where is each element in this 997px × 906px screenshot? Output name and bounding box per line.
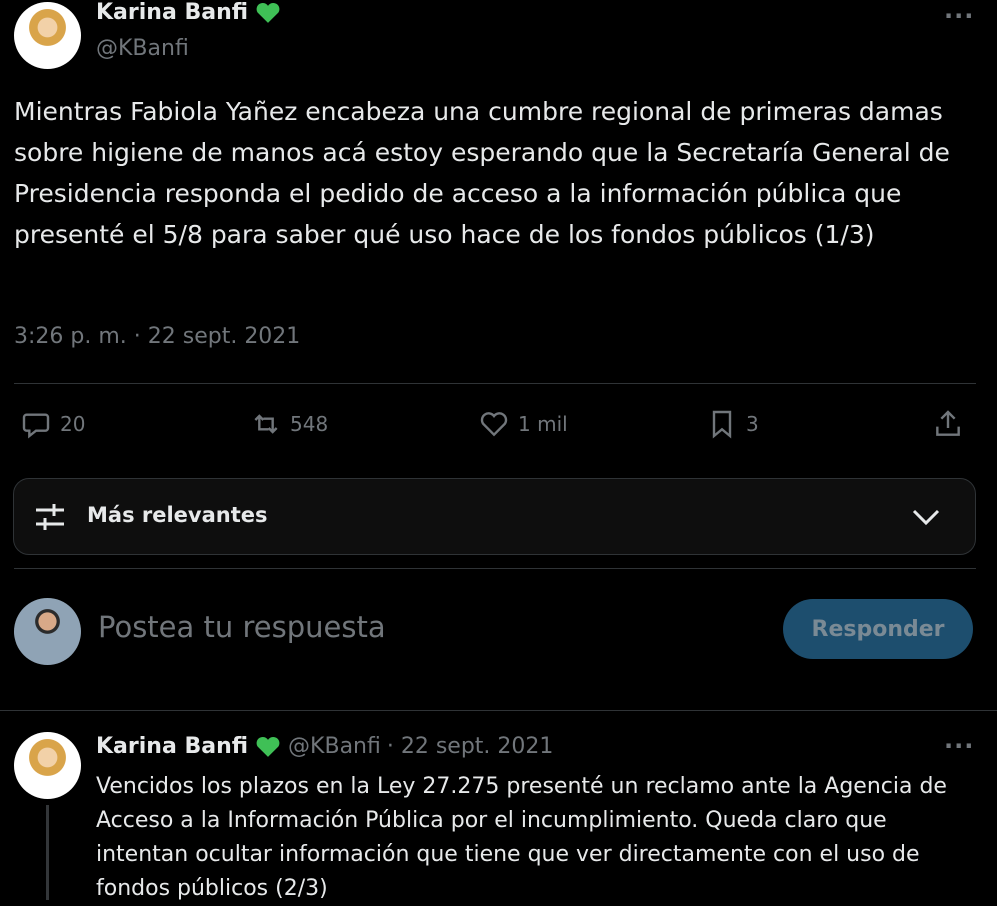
divider <box>14 568 976 569</box>
divider <box>0 710 997 711</box>
repost-count: 548 <box>290 412 329 436</box>
reply-date[interactable]: · 22 sept. 2021 <box>387 734 554 759</box>
reply-action[interactable]: 20 <box>20 408 85 440</box>
chevron-down-icon <box>912 509 940 526</box>
author-name[interactable]: Karina Banfi <box>96 0 248 25</box>
repost-action[interactable]: 548 <box>250 408 328 440</box>
like-action[interactable]: 1 mil <box>478 408 568 440</box>
divider <box>14 383 976 384</box>
user-avatar[interactable] <box>14 598 81 665</box>
reply-icon <box>22 413 50 439</box>
reply-input[interactable]: Postea tu respuesta <box>98 610 386 644</box>
reply-button[interactable]: Responder <box>783 599 973 659</box>
author-handle[interactable]: @KBanfi <box>96 36 189 61</box>
author-avatar[interactable] <box>14 2 81 69</box>
share-action[interactable] <box>932 408 964 440</box>
bookmark-count: 3 <box>746 412 759 436</box>
verified-heart-icon <box>256 736 280 757</box>
sort-settings-icon <box>36 504 64 530</box>
bookmark-action[interactable]: 3 <box>706 408 759 440</box>
verified-heart-icon <box>256 2 280 23</box>
reply-author-avatar[interactable] <box>14 732 81 799</box>
like-count: 1 mil <box>518 412 568 436</box>
tweet-timestamp[interactable]: 3:26 p. m. · 22 sept. 2021 <box>14 324 300 349</box>
tweet-text: Mientras Fabiola Yañez encabeza una cumb… <box>14 97 950 249</box>
bookmark-icon <box>712 410 732 439</box>
more-options-icon[interactable]: ··· <box>944 2 974 30</box>
share-icon <box>936 410 960 436</box>
author-name-row: Karina Banfi <box>96 0 282 25</box>
heart-icon <box>480 412 508 437</box>
thread-line <box>46 805 49 900</box>
reply-author-name[interactable]: Karina Banfi <box>96 734 248 759</box>
reply-count: 20 <box>60 412 86 436</box>
reply-header: Karina Banfi @KBanfi · 22 sept. 2021 <box>96 734 553 759</box>
reply-more-options-icon[interactable]: ··· <box>944 732 974 760</box>
reply-text: Vencidos los plazos en la Ley 27.275 pre… <box>96 774 947 901</box>
sort-label: Más relevantes <box>87 503 268 527</box>
reply-author-handle[interactable]: @KBanfi <box>288 734 381 759</box>
repost-icon <box>254 414 278 434</box>
sort-replies-dropdown[interactable]: Más relevantes <box>13 478 976 555</box>
